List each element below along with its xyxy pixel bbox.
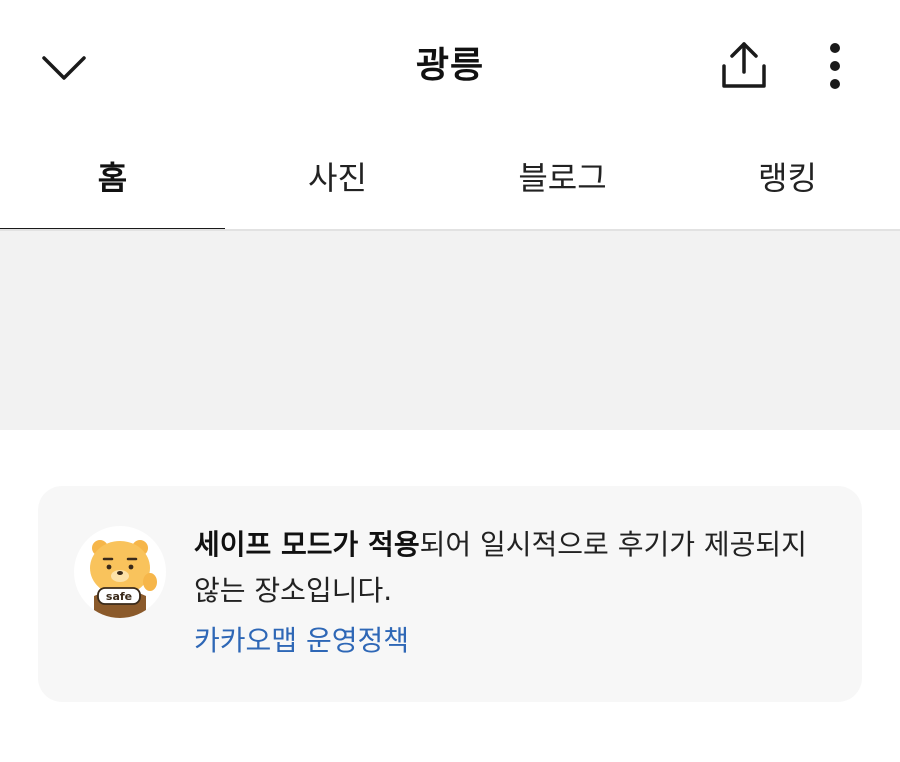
- safe-mode-message: 세이프 모드가 적용되어 일시적으로 후기가 제공되지 않는 장소입니다.: [194, 522, 834, 614]
- tab-home[interactable]: 홈: [0, 130, 225, 232]
- place-detail-screen: 광릉 홈 사진 블로그 랭킹 safe 세이프 모드가 적용되어 일시적으로 후…: [0, 0, 900, 762]
- share-button[interactable]: [716, 38, 772, 94]
- photo-placeholder: [0, 231, 900, 430]
- mascot-icon: safe: [90, 540, 157, 618]
- mascot-safe-label: safe: [106, 590, 132, 603]
- top-bar: 광릉: [0, 0, 900, 130]
- safe-mode-notice-card: safe 세이프 모드가 적용되어 일시적으로 후기가 제공되지 않는 장소입니…: [38, 486, 862, 702]
- safe-mode-mascot: safe: [74, 526, 166, 618]
- tab-bar: 홈 사진 블로그 랭킹: [0, 130, 900, 232]
- operation-policy-link[interactable]: 카카오맵 운영정책: [194, 618, 409, 664]
- safe-mode-bold-text: 세이프 모드가 적용: [194, 528, 420, 561]
- more-vertical-icon: [830, 43, 840, 89]
- tab-ranking[interactable]: 랭킹: [675, 130, 900, 232]
- more-options-button[interactable]: [818, 40, 852, 92]
- tab-blog[interactable]: 블로그: [450, 130, 675, 232]
- share-icon: [722, 42, 766, 88]
- tab-photos[interactable]: 사진: [225, 130, 450, 232]
